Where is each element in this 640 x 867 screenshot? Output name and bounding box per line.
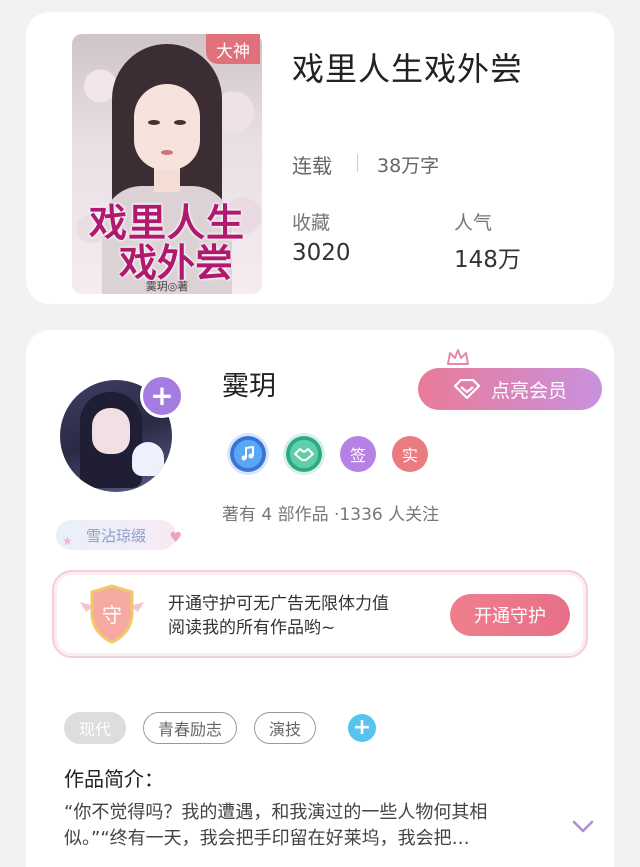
shield-icon: 守: [80, 584, 144, 644]
guard-text-line1: 开通守护可无广告无限体力值: [168, 594, 389, 614]
add-tag-button[interactable]: +: [348, 714, 376, 742]
music-medal-icon[interactable]: [230, 436, 266, 472]
tag-acting[interactable]: 演技: [254, 712, 316, 744]
diamond-icon: [453, 379, 481, 399]
tag-modern[interactable]: 现代: [64, 712, 126, 744]
svg-text:守: 守: [102, 603, 122, 627]
guard-description: 开通守护可无广告无限体力值 阅读我的所有作品哟~: [168, 592, 428, 640]
verified-medal[interactable]: 实: [392, 436, 428, 472]
heart-icon: ♥: [169, 530, 182, 546]
favorites-label: 收藏: [292, 212, 331, 234]
author-level-badge: 大神: [206, 34, 260, 64]
book-title: 戏里人生戏外尝: [292, 50, 524, 88]
intro-text: “你不觉得吗？我的遭遇，和我演过的一些人物何其相 似。”“终有一天，我会把手印留…: [64, 800, 564, 852]
popularity-value: 148万: [454, 247, 521, 273]
word-count: 38万字: [377, 155, 440, 177]
guard-text-line2: 阅读我的所有作品哟~: [168, 618, 336, 638]
open-guard-button[interactable]: 开通守护: [450, 594, 570, 636]
divider: [357, 154, 358, 172]
favorites-value: 3020: [292, 240, 351, 266]
author-name: 霙玥: [222, 371, 276, 402]
fan-badge[interactable]: ★ 雪沾琼缀 ♥: [56, 520, 182, 550]
star-icon: ★: [62, 534, 73, 548]
tag-youth-inspiration[interactable]: 青春励志: [143, 712, 237, 744]
book-cover[interactable]: 戏里人生 戏外尝 霙玥◎著: [72, 34, 262, 294]
chevron-down-icon[interactable]: [572, 820, 594, 834]
handshake-medal-icon[interactable]: [286, 436, 322, 472]
intro-line1: “你不觉得吗？我的遭遇，和我演过的一些人物何其相: [64, 802, 488, 823]
intro-heading: 作品简介：: [64, 767, 164, 791]
signed-medal[interactable]: 签: [340, 436, 376, 472]
intro-line2: 似。”“终有一天，我会把手印留在好莱坞，我会把…: [64, 828, 470, 849]
cover-author-mark: 霙玥◎著: [145, 280, 189, 293]
crown-icon: [447, 349, 469, 365]
popularity-label: 人气: [454, 212, 493, 234]
follow-author-button[interactable]: +: [140, 374, 184, 418]
follow-info: 著有 4 部作品 ·1336 人关注: [222, 505, 440, 525]
book-status: 连载: [292, 154, 332, 178]
vip-button[interactable]: 点亮会员: [418, 368, 602, 410]
vip-button-label: 点亮会员: [490, 379, 567, 402]
fan-badge-label: 雪沾琼缀: [85, 526, 146, 545]
